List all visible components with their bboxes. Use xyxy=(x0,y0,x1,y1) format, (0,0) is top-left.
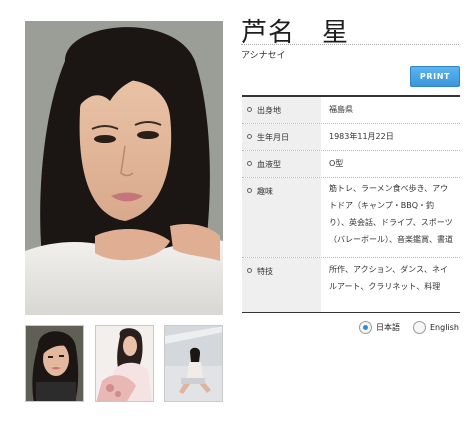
row-value: 所作、アクション、ダンス、ネイルアート、クラリネット、料理 xyxy=(329,265,448,291)
main-portrait-photo xyxy=(25,21,223,315)
profile-table: 出身地 福島県 生年月日 1983年11月22日 血液型 O型 趣味 筋トレ、ラ… xyxy=(242,95,460,313)
profile-row-hobbies: 趣味 筋トレ、ラーメン食べ歩き、アウトドア（キャンプ・BBQ・釣り）、英会話、ド… xyxy=(242,178,460,258)
print-button[interactable]: PRINT xyxy=(410,66,460,87)
row-label: 趣味 xyxy=(257,187,273,196)
profile-name-kana: アシナセイ xyxy=(241,51,286,61)
profile-row-birthplace: 出身地 福島県 xyxy=(242,97,460,124)
thumbnail-photo-3[interactable] xyxy=(164,325,223,402)
row-value: O型 xyxy=(329,159,344,168)
bullet-icon xyxy=(247,268,252,273)
thumbnail-photo-1[interactable] xyxy=(25,325,84,402)
bullet-icon xyxy=(247,107,252,112)
row-value: 筋トレ、ラーメン食べ歩き、アウトドア（キャンプ・BBQ・釣り）、英会話、ドライブ… xyxy=(329,184,453,244)
row-label: 血液型 xyxy=(257,160,281,169)
bullet-icon xyxy=(247,161,252,166)
thumbnail-photo-2[interactable] xyxy=(95,325,154,402)
profile-row-birthdate: 生年月日 1983年11月22日 xyxy=(242,124,460,151)
row-label: 生年月日 xyxy=(257,133,289,142)
row-value: 1983年11月22日 xyxy=(329,132,394,141)
profile-row-blood-type: 血液型 O型 xyxy=(242,151,460,178)
bullet-icon xyxy=(247,134,252,139)
profile-row-skills: 特技 所作、アクション、ダンス、ネイルアート、クラリネット、料理 xyxy=(242,258,460,312)
row-value: 福島県 xyxy=(329,105,353,114)
language-label: English xyxy=(430,323,459,332)
radio-unselected-icon[interactable] xyxy=(413,321,426,334)
language-option-japanese[interactable]: 日本語 xyxy=(359,321,400,334)
language-option-english[interactable]: English xyxy=(413,321,459,334)
bullet-icon xyxy=(247,188,252,193)
row-label: 特技 xyxy=(257,267,273,276)
row-label: 出身地 xyxy=(257,106,281,115)
language-label: 日本語 xyxy=(376,323,400,332)
radio-selected-icon[interactable] xyxy=(359,321,372,334)
name-divider xyxy=(241,44,459,45)
